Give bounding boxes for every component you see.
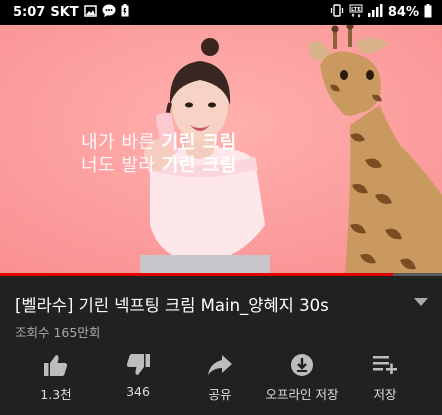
image-icon [83,4,97,21]
like-button[interactable]: 1.3천 [11,352,101,403]
save-label: 저장 [373,387,397,402]
offline-save-label: 오프라인 저장 [265,387,339,402]
battery-percent: 84% [387,5,419,20]
signal-icon [367,4,383,21]
status-time: 5:07 [13,5,46,20]
ad-caption-line2-bold: 기린 크림 [161,155,237,176]
share-button[interactable]: 공유 [175,352,265,403]
share-icon [175,352,265,378]
playlist-add-icon [340,352,430,378]
download-icon [257,352,347,378]
dislike-count: 346 [126,384,150,399]
ad-caption-line1-bold: 기린 크림 [161,132,237,153]
ad-caption-line1-light: 내가 바른 [81,132,162,153]
battery-saver-icon [121,4,129,21]
ad-caption-line2-light: 너도 발라 [81,155,162,176]
video-progress-bar[interactable] [0,273,442,276]
svg-text:LTE: LTE [351,7,361,13]
video-progress-fill [0,273,394,276]
offline-save-button[interactable]: 오프라인 저장 [257,352,347,403]
video-title[interactable]: [벨라수] 기린 넥프팅 크림 Main_양혜지 30s [15,292,329,316]
battery-icon [424,3,432,22]
status-bar: 5:07 SKT LTE 84% [0,0,442,25]
save-to-playlist-button[interactable]: 저장 [340,352,430,403]
video-player[interactable]: 내가 바른 기린 크림 너도 발라 기린 크림 [0,25,442,273]
like-count: 1.3천 [40,387,72,402]
status-carrier: SKT [50,5,79,20]
expand-description-icon[interactable] [414,298,428,306]
vibrate-icon [330,4,344,21]
share-label: 공유 [208,387,232,402]
dislike-button[interactable]: 346 [93,352,183,399]
action-bar: 1.3천 346 공유 오프라인 저장 저장 [0,352,442,402]
thumbs-down-icon [93,352,183,378]
chat-icon [102,4,116,21]
ad-caption-line2: 너도 발라 기린 크림 [81,151,237,177]
lte-icon: LTE [349,4,363,22]
view-count: 조회수 165만회 [15,325,101,340]
thumbs-up-icon [11,352,101,378]
